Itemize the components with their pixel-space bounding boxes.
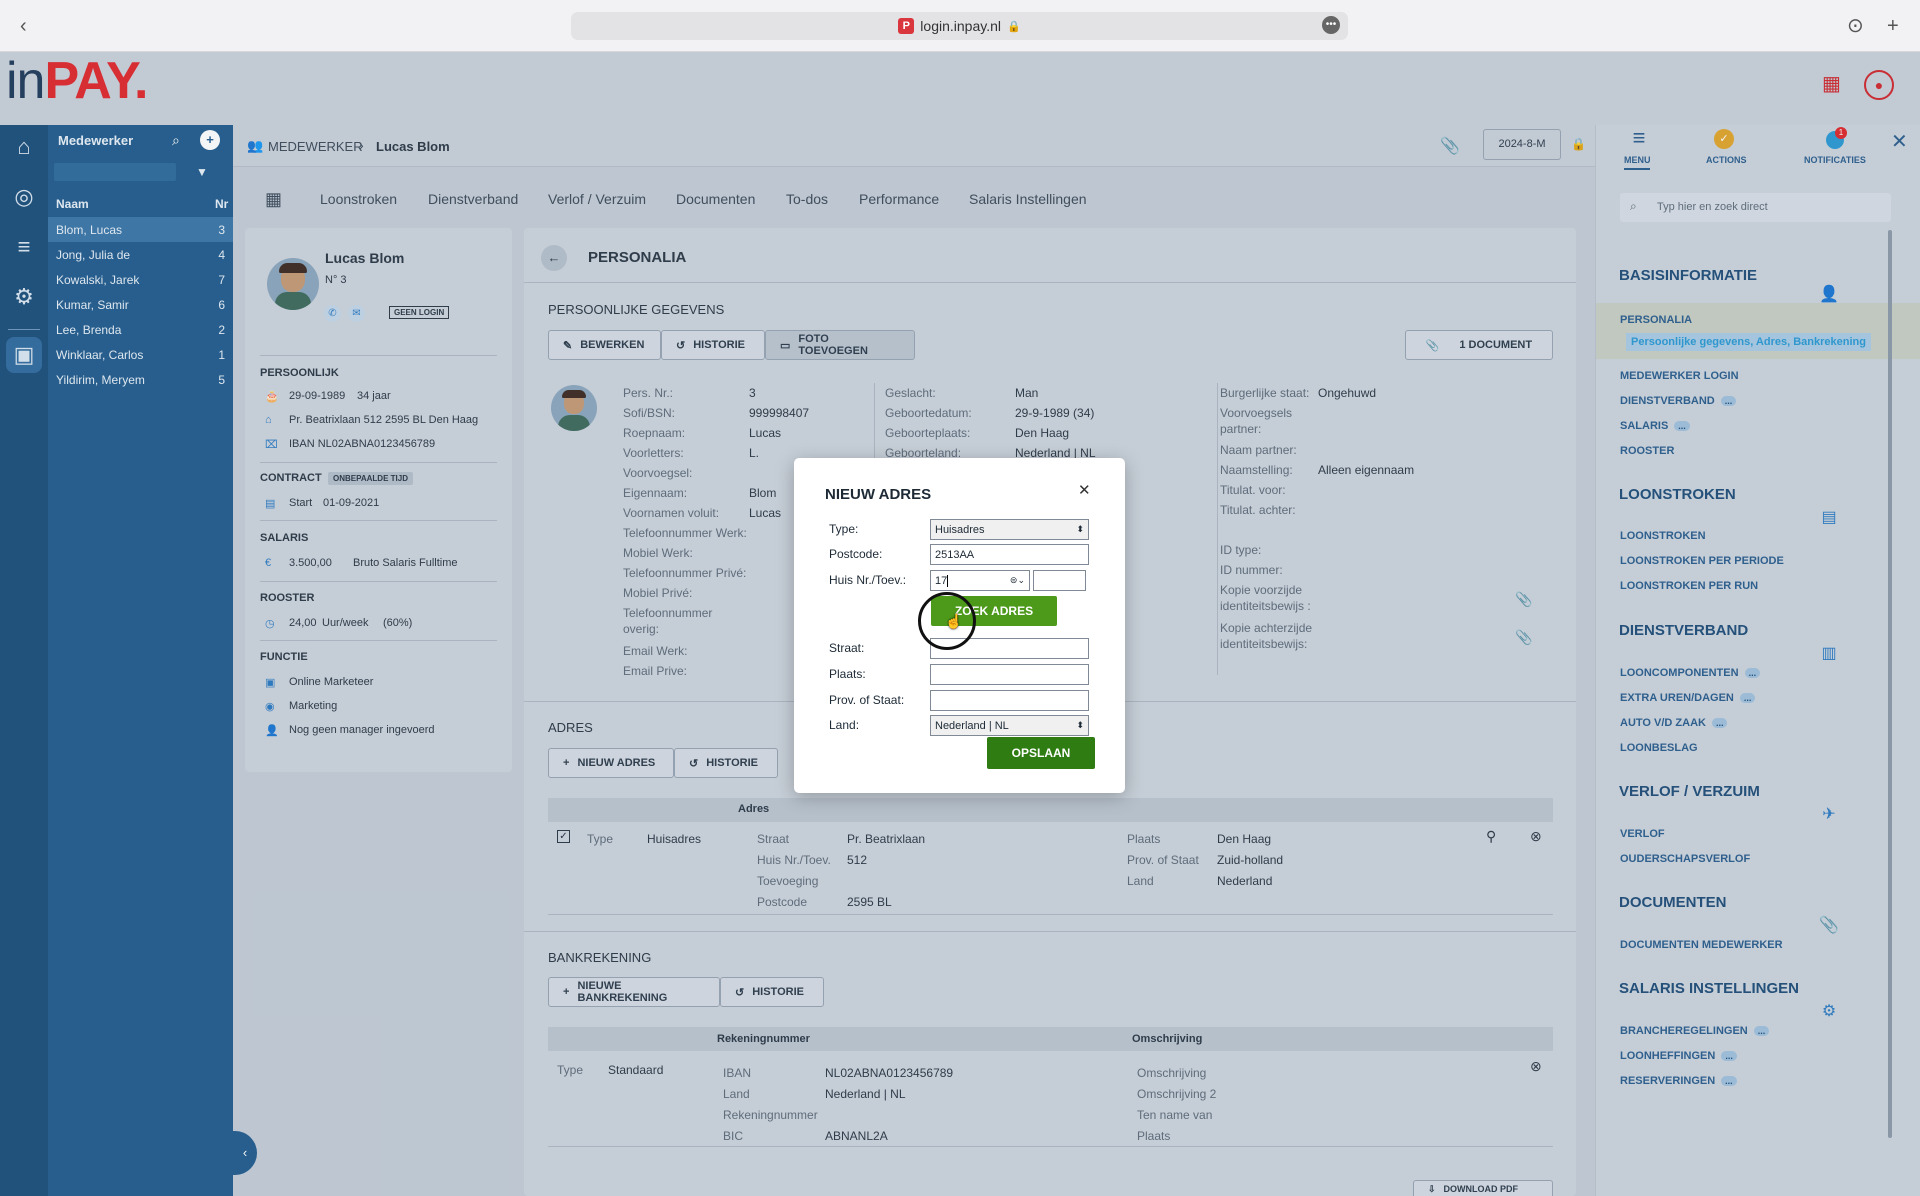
- plaats-label: Plaats:: [829, 667, 866, 681]
- postcode-input[interactable]: 2513AA: [930, 544, 1089, 565]
- back-chevron-icon[interactable]: ‹: [20, 14, 27, 38]
- lock-icon: 🔒: [1006, 20, 1021, 33]
- postcode-label: Postcode:: [829, 547, 883, 561]
- close-icon[interactable]: ✕: [1078, 481, 1091, 499]
- url-bar[interactable]: P login.inpay.nl 🔒: [571, 12, 1348, 40]
- autofill-icon[interactable]: ⊜⌄: [1010, 575, 1025, 586]
- site-favicon-icon: P: [898, 18, 915, 34]
- save-button[interactable]: OPSLAAN: [987, 737, 1095, 769]
- url-text: login.inpay.nl: [920, 18, 1001, 34]
- huisnr-label: Huis Nr./Toev.:: [829, 573, 907, 587]
- more-options-icon[interactable]: •••: [1322, 16, 1340, 34]
- new-tab-plus-icon[interactable]: +: [1887, 14, 1899, 38]
- pointer-cursor-icon: ☝: [945, 613, 963, 629]
- dialog-title: NIEUW ADRES: [825, 486, 932, 503]
- type-select[interactable]: Huisadres ⬍: [930, 519, 1089, 540]
- plaats-input[interactable]: [930, 664, 1089, 685]
- select-arrows-icon: ⬍: [1076, 720, 1084, 730]
- browser-toolbar: ‹ P login.inpay.nl 🔒 ••• ⊙ +: [0, 0, 1920, 52]
- land-label: Land:: [829, 718, 860, 732]
- toevoeging-input[interactable]: [1033, 570, 1086, 591]
- straat-label: Straat:: [829, 641, 865, 655]
- download-icon[interactable]: ⊙: [1847, 14, 1864, 38]
- huisnr-input[interactable]: 17 ⊜⌄: [930, 570, 1030, 591]
- prov-input[interactable]: [930, 690, 1089, 711]
- select-arrows-icon: ⬍: [1076, 524, 1084, 534]
- prov-label: Prov. of Staat:: [829, 693, 905, 707]
- land-select[interactable]: Nederland | NL ⬍: [930, 715, 1089, 736]
- type-label: Type:: [829, 522, 859, 536]
